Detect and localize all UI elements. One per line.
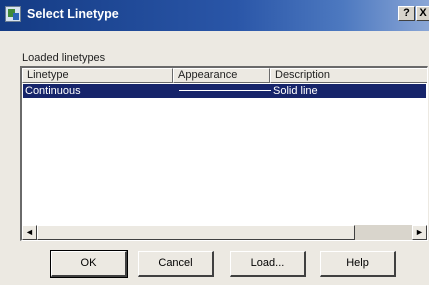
ok-button[interactable]: OK bbox=[50, 250, 128, 278]
horizontal-scrollbar[interactable]: ◄ ► bbox=[22, 225, 427, 240]
window-title: Select Linetype bbox=[27, 7, 119, 21]
help-title-button[interactable]: ? bbox=[398, 6, 415, 21]
help-button[interactable]: Help bbox=[320, 251, 396, 277]
scrollbar-thumb[interactable] bbox=[37, 225, 355, 240]
cancel-button-label: Cancel bbox=[158, 257, 193, 269]
list-row-continuous[interactable]: Continuous Solid line bbox=[23, 84, 426, 98]
load-button-label: Load... bbox=[250, 257, 285, 269]
autocad-app-icon bbox=[5, 6, 21, 22]
cancel-button[interactable]: Cancel bbox=[138, 251, 214, 277]
row-description: Solid line bbox=[273, 85, 318, 97]
linetype-list[interactable]: Linetype Appearance Description Continuo… bbox=[20, 66, 428, 241]
row-appearance-solid-line bbox=[179, 90, 271, 91]
title-bar[interactable]: Select Linetype ? X bbox=[0, 0, 429, 31]
column-header-description[interactable]: Description bbox=[270, 68, 427, 83]
list-header: Linetype Appearance Description bbox=[22, 68, 427, 83]
scroll-left-arrow-icon[interactable]: ◄ bbox=[22, 225, 37, 240]
loaded-linetypes-label: Loaded linetypes bbox=[22, 52, 106, 64]
column-header-linetype[interactable]: Linetype bbox=[22, 68, 173, 83]
column-header-appearance[interactable]: Appearance bbox=[173, 68, 270, 83]
close-button[interactable]: X bbox=[416, 6, 429, 21]
row-linetype-name: Continuous bbox=[25, 85, 81, 97]
load-button[interactable]: Load... bbox=[230, 251, 306, 277]
scroll-right-arrow-icon[interactable]: ► bbox=[412, 225, 427, 240]
ok-button-label: OK bbox=[80, 257, 97, 269]
help-button-label: Help bbox=[346, 257, 369, 269]
